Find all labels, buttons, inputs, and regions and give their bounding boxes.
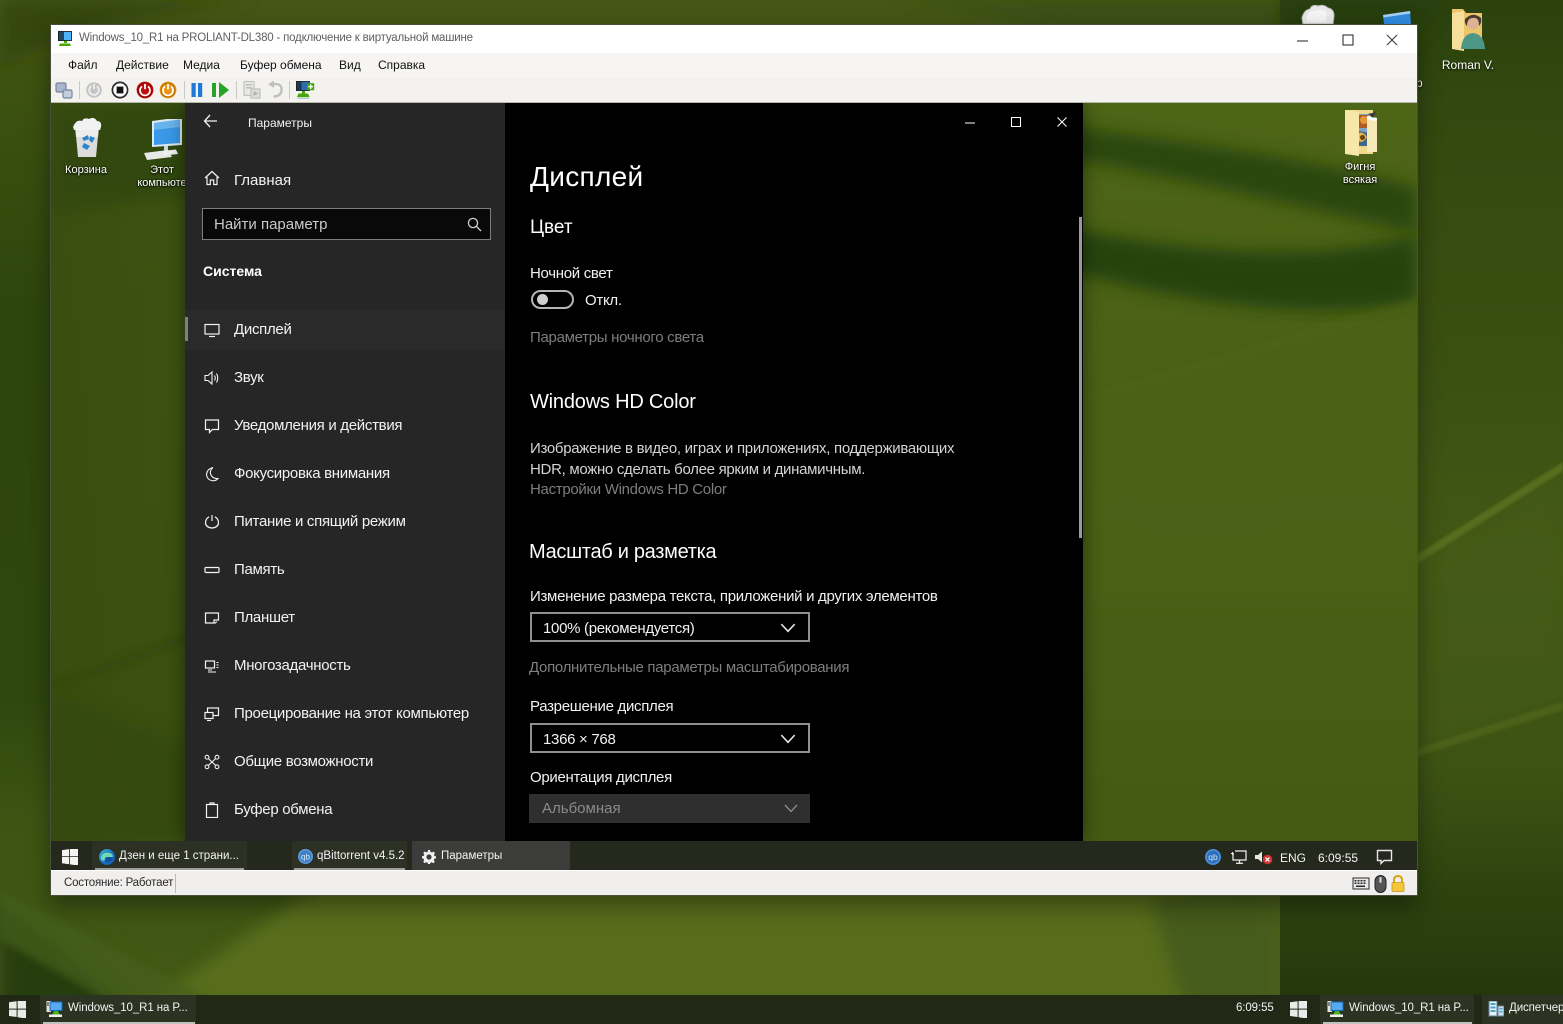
svg-text:qb: qb [301,853,310,862]
svg-text:qb: qb [1208,852,1218,862]
